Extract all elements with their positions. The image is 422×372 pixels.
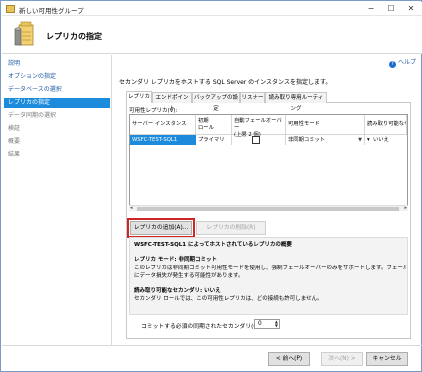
readable-secondary-dropdown[interactable]: ▾ いいえ (365, 135, 407, 145)
auto-failover-checkbox[interactable] (252, 136, 260, 144)
app-icon (6, 5, 15, 13)
minimize-icon[interactable]: − (362, 3, 380, 15)
replicas-grid: サーバー インスタンス 初期 ロール 自動フェールオーバー (上限 2 個) 可… (129, 114, 408, 211)
cancel-button[interactable]: キャンセル (366, 352, 408, 366)
server-instance-cell[interactable]: WSFC-TEST-SQL1 (130, 135, 196, 145)
commit-secondaries-label: コミットする必須の同期されたセカンダリ(C): (141, 324, 262, 330)
initial-role-cell: プライマリ (196, 135, 232, 145)
tab-backup-preferences[interactable]: バックアップの設定 (192, 92, 240, 112)
database-icon (14, 21, 34, 46)
summary-title: WSFC-TEST-SQL1 によってホストされているレプリカの概要 (134, 242, 292, 248)
col-header-readable-secondary: 読み取り可能なセカンダ (365, 115, 407, 135)
nav-item-description[interactable]: 説明 (8, 59, 20, 69)
readable-secondary-title: 読み取り可能なセカンダリ: いいえ (134, 288, 221, 294)
tab-listener[interactable]: リスナー (240, 92, 265, 103)
scroll-left-icon[interactable]: ◂ (130, 205, 133, 211)
stepper-arrows-icon[interactable]: ▲ ▼ (275, 320, 278, 328)
help-link[interactable]: ? ヘルプ (389, 57, 416, 68)
nav-item-summary: 概要 (8, 138, 21, 145)
commit-secondaries-value: 0 (258, 321, 262, 327)
tab-replicas[interactable]: レプリカ (126, 91, 152, 103)
col-header-auto-failover: 自動フェールオーバー (上限 2 個) (232, 115, 286, 138)
col-header-role: 初期 ロール (196, 115, 232, 135)
maximize-icon[interactable]: ☐ (382, 3, 400, 15)
page-header: レプリカの指定 (2, 16, 422, 54)
table-row[interactable]: WSFC-TEST-SQL1 プライマリ 非同期コミット ▼ ▾ いいえ (130, 135, 407, 145)
tab-endpoints[interactable]: エンドポイント (152, 92, 192, 112)
available-replicas-label: 可用性レプリカ(V): (129, 108, 178, 114)
next-button: 次へ(N) > (321, 352, 363, 366)
window-title: 新しい可用性グループ (19, 7, 84, 15)
wizard-window: 新しい可用性グループ − ☐ ✕ レプリカの指定 説明 オプションの指定 データ… (0, 0, 422, 372)
horizontal-scrollbar[interactable]: ◂ ▸ (129, 205, 408, 211)
page-title: レプリカの指定 (46, 32, 102, 41)
remove-replica-button: レプリカの削除(R) (196, 221, 266, 235)
previous-button[interactable]: < 前へ(P) (268, 352, 310, 366)
col-header-availability-mode: 可用性モード (286, 115, 365, 135)
help-icon: ? (389, 61, 396, 68)
availability-mode-dropdown[interactable]: 非同期コミット ▼ (286, 135, 365, 145)
add-replica-button[interactable]: レプリカの追加(A)... (127, 218, 195, 238)
nav-item-select-databases[interactable]: データベースの選択 (8, 85, 62, 95)
nav-item-results: 結果 (8, 151, 21, 158)
help-label: ヘルプ (398, 59, 417, 66)
chevron-down-icon: ▼ (358, 137, 362, 143)
scrollbar-thumb[interactable] (137, 207, 399, 211)
wizard-nav: 説明 オプションの指定 データベースの選択 レプリカの指定 データ同期の選択 検… (2, 55, 112, 345)
instruction-text: セカンダリ レプリカをホストする SQL Server のインスタンスを指定しま… (119, 79, 332, 86)
title-bar: 新しい可用性グループ − ☐ ✕ (2, 2, 422, 16)
close-icon[interactable]: ✕ (402, 3, 420, 15)
commit-secondaries-stepper[interactable]: 0 ▲ ▼ (254, 319, 280, 329)
footer-divider (2, 345, 422, 346)
readable-secondary-text: セカンダリ ロールでは、この可用性レプリカは、どの接続も許可しません。 (134, 296, 323, 302)
col-header-server: サーバー インスタンス (130, 115, 196, 135)
nav-item-data-sync: データ同期の選択 (8, 112, 57, 119)
replica-mode-title: レプリカ モード: 非同期コミット (134, 257, 218, 263)
readable-secondary-value: いいえ (373, 137, 389, 143)
replica-mode-text-1: このレプリカは非同期コミット可用性モードを使用し、強制フェールオーバーのみをサポ… (134, 265, 406, 271)
nav-item-specify-replicas[interactable]: レプリカの指定 (4, 98, 110, 108)
scroll-right-icon[interactable]: ▸ (404, 205, 407, 211)
replica-mode-text-2: にデータ損失が発生する可能性があります。 (134, 273, 244, 279)
auto-failover-cell (232, 135, 286, 145)
replica-summary-panel: WSFC-TEST-SQL1 によってホストされているレプリカの概要 レプリカ … (129, 237, 408, 315)
tab-readonly-routing[interactable]: 読み取り専用ルーティング (265, 92, 327, 112)
nav-item-options[interactable]: オプションの指定 (8, 72, 56, 82)
nav-item-validation: 検証 (8, 125, 21, 132)
availability-mode-value: 非同期コミット (288, 137, 326, 143)
